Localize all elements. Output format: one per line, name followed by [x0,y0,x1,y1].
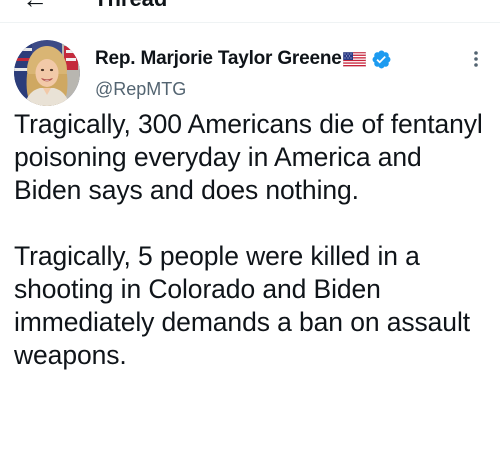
author-name-row[interactable]: Rep. Marjorie Taylor Greene [95,46,392,72]
tweet-paragraph-2: Tragically, 5 people were killed in a sh… [14,241,470,370]
more-options-icon[interactable] [466,46,486,72]
verified-badge-icon [371,49,392,70]
avatar[interactable] [14,40,80,106]
page-title: Thread [94,0,167,10]
tweet-paragraph-1: Tragically, 300 Americans die of fentany… [14,109,483,205]
tweet-text: Tragically, 300 Americans die of fentany… [14,108,494,372]
author-name[interactable]: Rep. Marjorie Taylor Greene [95,48,342,70]
header-divider [0,22,500,23]
author-handle[interactable]: @RepMTG [95,79,186,100]
top-bar: ← Thread [0,0,500,22]
back-arrow-icon[interactable]: ← [22,0,48,12]
avatar-image [14,40,80,106]
us-flag-icon [342,51,366,67]
